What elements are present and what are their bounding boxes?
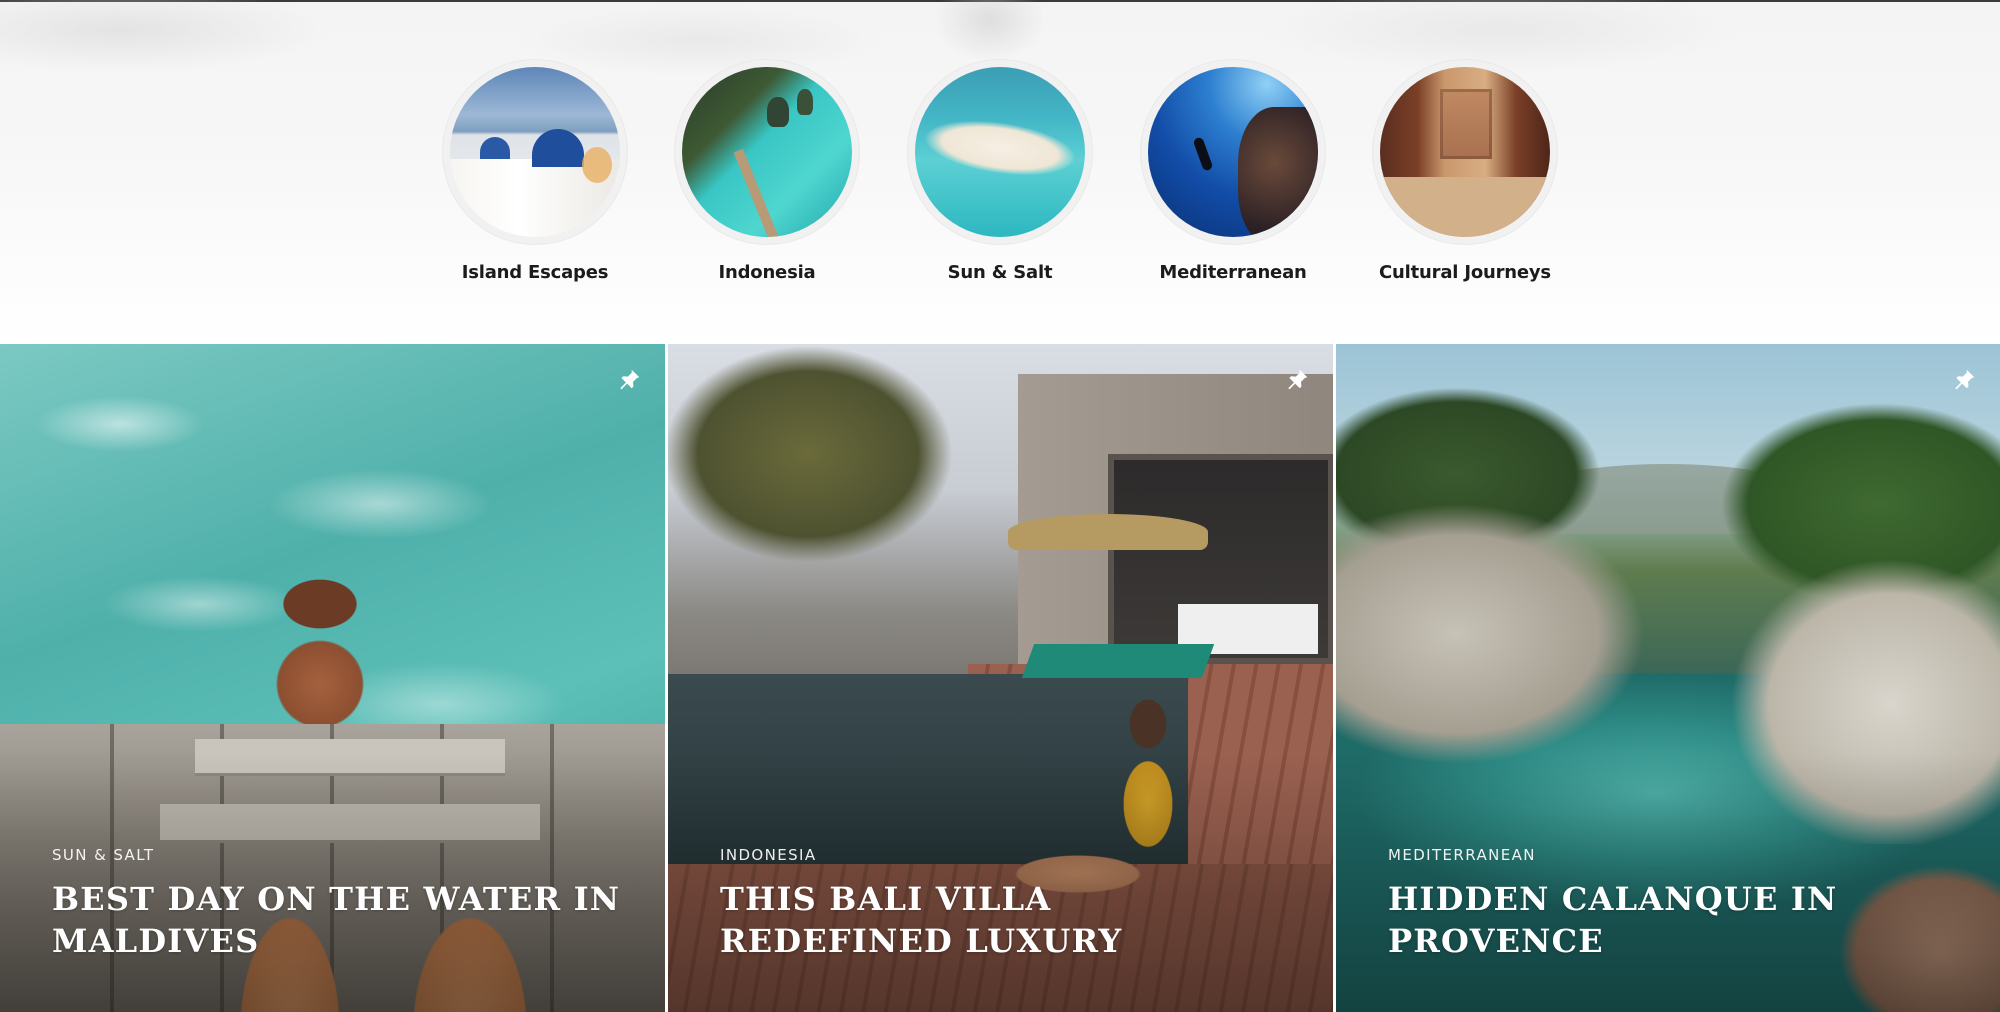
category-label: Cultural Journeys xyxy=(1379,262,1551,283)
pin-icon[interactable] xyxy=(1283,366,1311,394)
card-caption: Indonesia This Bali villa redefined luxu… xyxy=(720,846,1293,962)
category-thumbnail xyxy=(682,67,852,237)
story-card-provence-calanque[interactable]: Mediterranean Hidden calanque in Provenc… xyxy=(1336,344,2000,1012)
card-title[interactable]: This Bali villa redefined luxury xyxy=(720,878,1293,962)
category-strip: Island Escapes Indonesia Sun & Salt Medi… xyxy=(0,0,2000,344)
category-thumbnail-ring xyxy=(1141,60,1325,244)
story-card-bali-villa[interactable]: Indonesia This Bali villa redefined luxu… xyxy=(668,344,1333,1012)
category-thumbnail xyxy=(450,67,620,237)
category-thumbnail xyxy=(915,67,1085,237)
story-card-maldives[interactable]: Sun & Salt Best day on the water in Mald… xyxy=(0,344,665,1012)
category-thumbnail xyxy=(1380,67,1550,237)
card-caption: Mediterranean Hidden calanque in Provenc… xyxy=(1388,846,1960,962)
category-label: Sun & Salt xyxy=(947,262,1053,283)
card-title[interactable]: Hidden calanque in Provence xyxy=(1388,878,1960,962)
card-category: Sun & Salt xyxy=(52,846,155,864)
category-thumbnail-ring xyxy=(675,60,859,244)
category-thumbnail-ring xyxy=(443,60,627,244)
pin-icon[interactable] xyxy=(615,366,643,394)
card-caption: Sun & Salt Best day on the water in Mald… xyxy=(52,846,625,962)
category-label: Indonesia xyxy=(718,262,816,283)
category-thumbnail-ring xyxy=(1373,60,1557,244)
category-label: Mediterranean xyxy=(1159,262,1307,283)
category-indonesia[interactable]: Indonesia xyxy=(647,60,887,290)
category-thumbnail xyxy=(1148,67,1318,237)
category-thumbnail-ring xyxy=(908,60,1092,244)
category-sun-and-salt[interactable]: Sun & Salt xyxy=(880,60,1120,290)
card-category: Mediterranean xyxy=(1388,846,1536,864)
category-island-escapes[interactable]: Island Escapes xyxy=(415,60,655,290)
category-cultural-journeys[interactable]: Cultural Journeys xyxy=(1345,60,1585,290)
pin-icon[interactable] xyxy=(1950,366,1978,394)
category-mediterranean[interactable]: Mediterranean xyxy=(1113,60,1353,290)
card-title[interactable]: Best day on the water in Maldives xyxy=(52,878,625,962)
category-label: Island Escapes xyxy=(461,262,609,283)
card-category: Indonesia xyxy=(720,846,817,864)
